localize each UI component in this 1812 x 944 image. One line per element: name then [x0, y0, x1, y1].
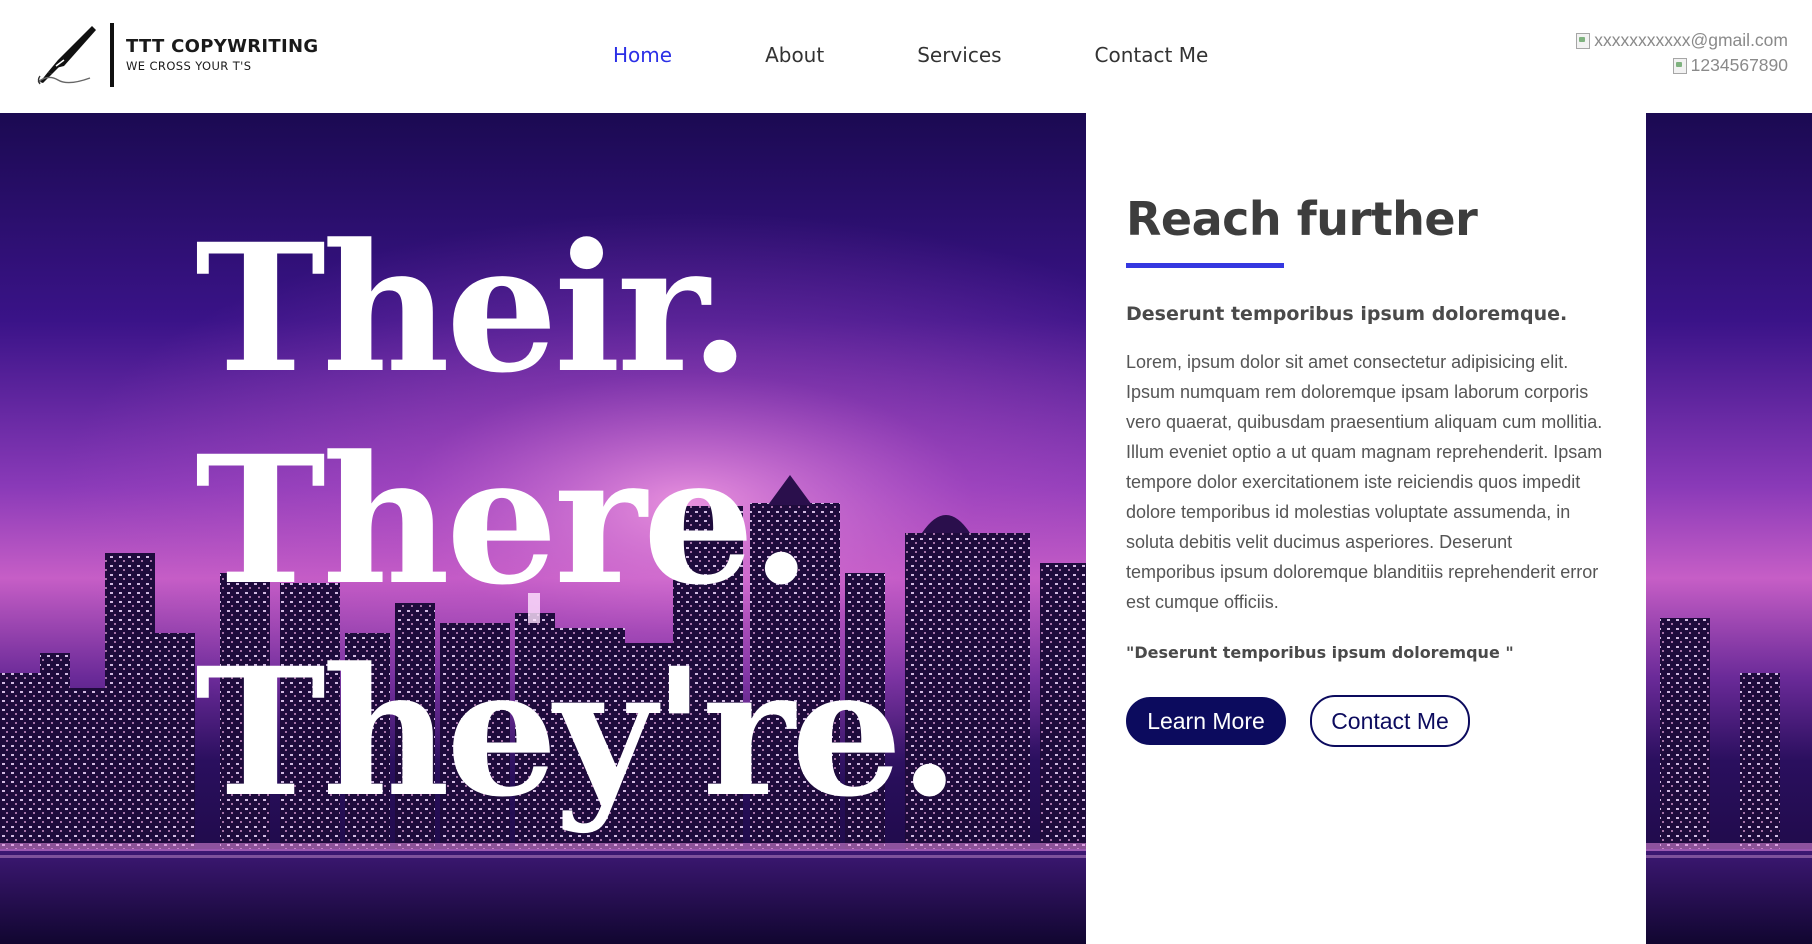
card-quote: "Deserunt temporibus ipsum doloremque " — [1126, 643, 1514, 662]
card-buttons: Learn More Contact Me — [1126, 695, 1606, 747]
headline-line-1: Their. — [195, 205, 751, 412]
card-subtitle: Deserunt temporibus ipsum doloremque. — [1126, 303, 1568, 325]
page: TTT COPYWRITING WE CROSS YOUR T'S Home A… — [0, 0, 1812, 944]
fountain-pen-icon — [37, 26, 96, 85]
contact-phone[interactable]: 1234567890 — [1691, 53, 1788, 78]
headline-line-2: There. — [195, 417, 812, 624]
nav-about[interactable]: About — [765, 40, 824, 70]
headline-line-3: They're. — [195, 629, 960, 836]
title-underline — [1126, 263, 1284, 268]
contact-email-row: xxxxxxxxxxx@gmail.com — [1576, 28, 1788, 53]
brand-name: TTT COPYWRITING — [126, 36, 319, 57]
site-header: TTT COPYWRITING WE CROSS YOUR T'S Home A… — [0, 0, 1812, 113]
brand-logo[interactable]: TTT COPYWRITING WE CROSS YOUR T'S — [34, 22, 318, 88]
phone-icon — [1672, 57, 1687, 74]
info-card: Reach further Deserunt temporibus ipsum … — [1086, 113, 1646, 944]
contact-info: xxxxxxxxxxx@gmail.com 1234567890 — [1576, 28, 1788, 78]
card-title: Reach further — [1126, 192, 1478, 246]
learn-more-button[interactable]: Learn More — [1126, 697, 1286, 745]
brand-tagline: WE CROSS YOUR T'S — [126, 59, 252, 73]
logo-divider — [110, 23, 114, 87]
contact-me-button[interactable]: Contact Me — [1310, 695, 1470, 747]
logo-text: TTT COPYWRITING WE CROSS YOUR T'S — [126, 36, 318, 74]
nav-services[interactable]: Services — [917, 40, 1001, 70]
contact-phone-row: 1234567890 — [1576, 53, 1788, 78]
contact-email[interactable]: xxxxxxxxxxx@gmail.com — [1594, 28, 1788, 53]
nav-home[interactable]: Home — [613, 40, 672, 70]
hero-headline: Their. There. They're. — [195, 203, 960, 839]
card-body-text: Lorem, ipsum dolor sit amet consectetur … — [1126, 352, 1603, 612]
email-icon — [1576, 32, 1591, 49]
main-nav: Home About Services Contact Me — [613, 40, 1208, 70]
nav-contact-me[interactable]: Contact Me — [1095, 40, 1209, 70]
